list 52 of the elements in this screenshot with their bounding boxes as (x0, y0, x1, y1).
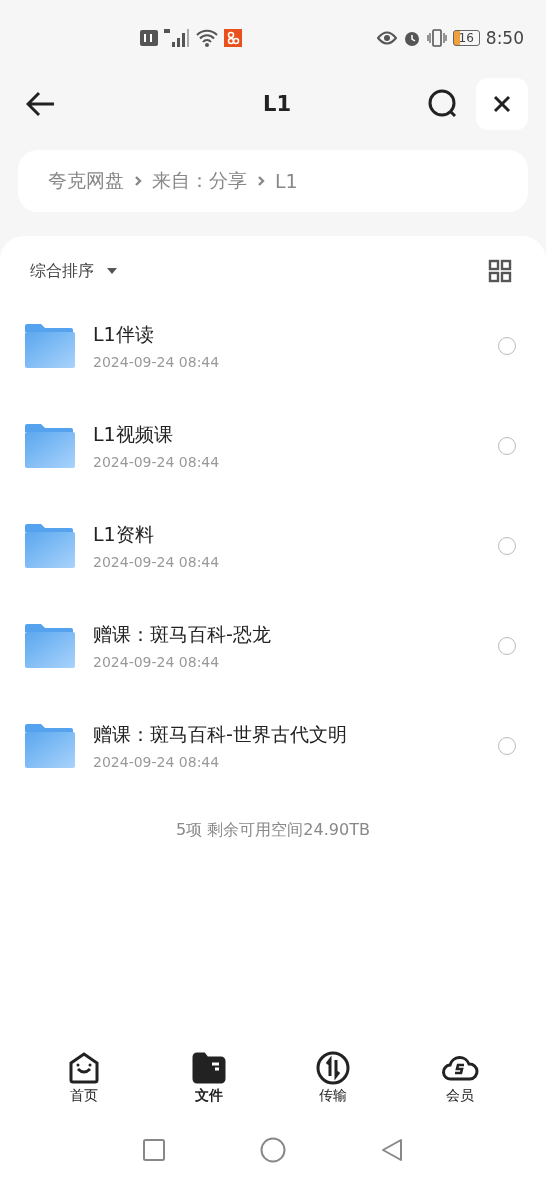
folder-icon (25, 724, 75, 768)
page-title: L1 (262, 92, 292, 116)
chevron-icon (134, 174, 142, 188)
close-icon (493, 95, 511, 113)
storage-summary: 5项 剩余可用空间24.90TB (175, 820, 371, 841)
folder-date: 2024-09-24 08:44 (93, 654, 221, 670)
folder-name: L1资料 (93, 522, 155, 547)
folder-row[interactable]: 赠课：斑马百科-世界古代文明 2024-09-24 08:44 (0, 696, 546, 796)
folder-row[interactable]: 赠课：斑马百科-恐龙 2024-09-24 08:44 (0, 596, 546, 696)
alarm-icon (402, 29, 421, 47)
breadcrumb-item[interactable]: 夸克网盘 (48, 168, 124, 194)
search-icon[interactable] (428, 89, 458, 119)
folder-icon (191, 1051, 226, 1085)
vibrate-icon (426, 29, 447, 47)
wifi-icon (196, 29, 218, 47)
folder-icon (25, 424, 75, 468)
app-notification-icon (224, 29, 242, 47)
nav-tab[interactable]: 传输 (316, 1051, 351, 1105)
nav-tab[interactable]: 首页 (67, 1051, 102, 1105)
transfer-icon (316, 1051, 351, 1085)
folder-name: 赠课：斑马百科-世界古代文明 (93, 722, 348, 747)
breadcrumb-item[interactable]: 来自：分享 (152, 168, 247, 194)
clock: 8:50 (485, 28, 524, 48)
folder-icon (25, 524, 75, 568)
home-icon[interactable] (260, 1137, 286, 1163)
close-button[interactable] (476, 78, 528, 130)
nav-tab[interactable]: 文件 (191, 1051, 226, 1105)
chevron-icon (257, 174, 265, 188)
folder-icon (25, 324, 75, 368)
battery-indicator: 16 (452, 30, 480, 46)
folder-date: 2024-09-24 08:44 (93, 554, 221, 570)
recents-icon[interactable] (143, 1139, 165, 1161)
smiling-house-icon (67, 1051, 102, 1085)
folder-name: L1伴读 (93, 322, 155, 347)
folder-date: 2024-09-24 08:44 (93, 354, 221, 370)
nav-tab[interactable]: 会员 (440, 1051, 479, 1105)
folder-name: L1视频课 (93, 422, 174, 447)
eye-icon (376, 30, 397, 46)
folder-icon (25, 624, 75, 668)
breadcrumb-item[interactable]: L1 (275, 170, 298, 192)
folder-row[interactable]: L1伴读 2024-09-24 08:44 (0, 296, 546, 396)
signal-icon (164, 29, 190, 47)
back-arrow-icon[interactable] (26, 91, 56, 117)
caret-icon (106, 267, 118, 275)
folder-name: 赠课：斑马百科-恐龙 (93, 622, 272, 647)
folder-row[interactable]: L1资料 2024-09-24 08:44 (0, 496, 546, 596)
grid-view-icon[interactable] (488, 259, 512, 283)
folder-row[interactable]: L1视频课 2024-09-24 08:44 (0, 396, 546, 496)
sort-dropdown[interactable]: 综合排序 (30, 260, 118, 282)
back-icon[interactable] (381, 1138, 403, 1162)
folder-date: 2024-09-24 08:44 (93, 754, 221, 770)
folder-date: 2024-09-24 08:44 (93, 454, 221, 470)
